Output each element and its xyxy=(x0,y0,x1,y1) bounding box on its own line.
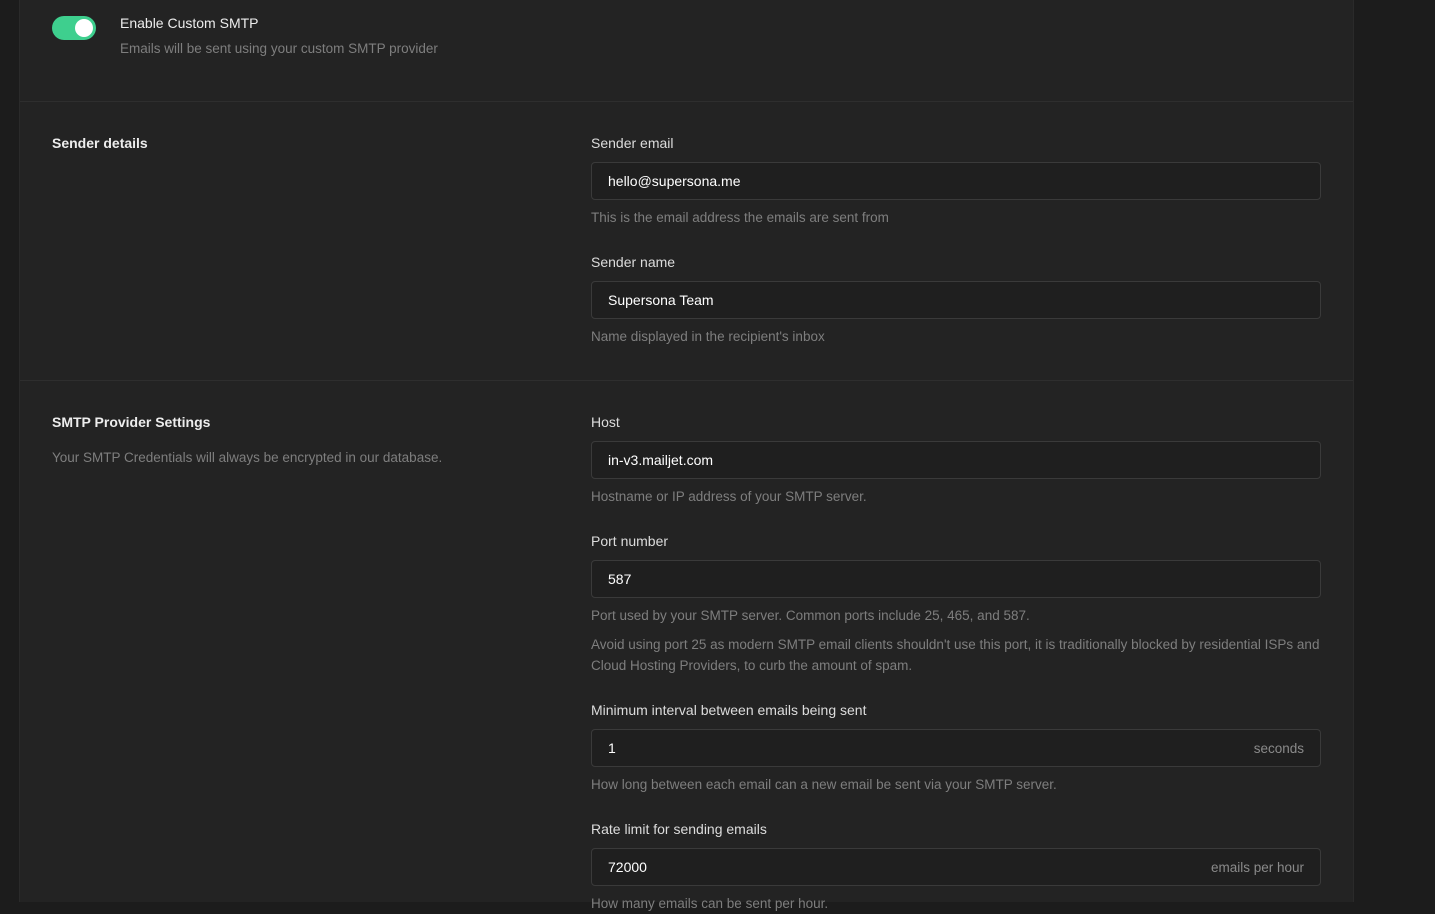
enable-smtp-toggle[interactable] xyxy=(52,16,96,40)
host-value: in-v3.mailjet.com xyxy=(608,452,714,468)
min-interval-suffix: seconds xyxy=(1253,740,1304,756)
toggle-title: Enable Custom SMTP xyxy=(120,15,259,31)
smtp-provider-title: SMTP Provider Settings xyxy=(52,414,211,430)
section-divider xyxy=(20,380,1353,381)
sender-email-value: hello@supersona.me xyxy=(608,173,741,189)
rate-limit-suffix: emails per hour xyxy=(1210,859,1304,875)
toggle-knob xyxy=(75,19,93,37)
port-help: Port used by your SMTP server. Common po… xyxy=(591,608,1030,623)
toggle-description: Emails will be sent using your custom SM… xyxy=(120,41,438,56)
host-help: Hostname or IP address of your SMTP serv… xyxy=(591,489,867,504)
sender-email-input[interactable]: hello@supersona.me xyxy=(591,162,1321,200)
smtp-provider-description: Your SMTP Credentials will always be enc… xyxy=(52,450,443,465)
sender-name-input[interactable]: Supersona Team xyxy=(591,281,1321,319)
min-interval-input[interactable]: 1 seconds xyxy=(591,729,1321,767)
sender-name-help: Name displayed in the recipient's inbox xyxy=(591,329,825,344)
min-interval-value: 1 xyxy=(608,740,616,756)
rate-limit-help: How many emails can be sent per hour. xyxy=(591,896,829,911)
section-divider xyxy=(20,101,1353,102)
smtp-settings-page: Enable Custom SMTP Emails will be sent u… xyxy=(0,0,1435,911)
right-gutter xyxy=(1354,0,1435,902)
host-label: Host xyxy=(591,414,620,430)
port-input[interactable]: 587 xyxy=(591,560,1321,598)
port-value: 587 xyxy=(608,571,632,587)
sender-name-value: Supersona Team xyxy=(608,292,714,308)
port-label: Port number xyxy=(591,533,669,549)
sender-details-title: Sender details xyxy=(52,135,148,151)
rate-limit-input[interactable]: 72000 emails per hour xyxy=(591,848,1321,886)
sender-name-label: Sender name xyxy=(591,254,676,270)
host-input[interactable]: in-v3.mailjet.com xyxy=(591,441,1321,479)
settings-panel: Enable Custom SMTP Emails will be sent u… xyxy=(19,0,1354,911)
sender-email-label: Sender email xyxy=(591,135,674,151)
min-interval-label: Minimum interval between emails being se… xyxy=(591,702,867,718)
rate-limit-label: Rate limit for sending emails xyxy=(591,821,767,837)
port-warning: Avoid using port 25 as modern SMTP email… xyxy=(591,637,1320,673)
min-interval-help: How long between each email can a new em… xyxy=(591,777,1057,792)
sender-email-help: This is the email address the emails are… xyxy=(591,210,889,225)
rate-limit-value: 72000 xyxy=(608,859,647,875)
